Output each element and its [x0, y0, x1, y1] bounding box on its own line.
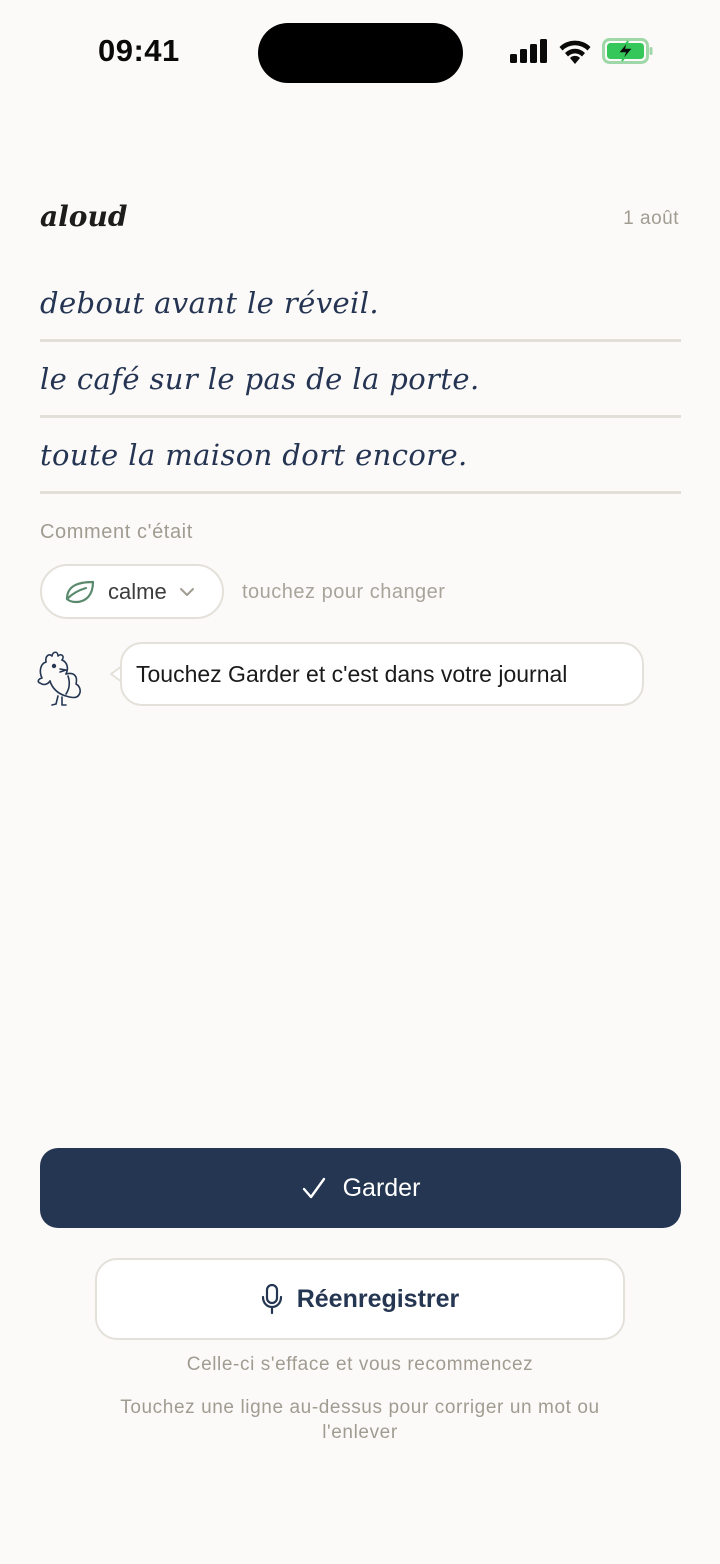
mood-hint: touchez pour changer	[242, 581, 446, 603]
microphone-icon	[261, 1283, 282, 1315]
transcript-line[interactable]: le café sur le pas de la porte.	[40, 342, 681, 418]
app-title: aloud	[40, 200, 128, 233]
status-icons	[510, 38, 654, 64]
transcript-line-text: toute la maison dort encore.	[40, 437, 468, 472]
leaf-icon	[65, 580, 95, 603]
status-time: 09:41	[98, 33, 180, 68]
wifi-icon	[559, 40, 591, 64]
mood-label: Comment c'était	[40, 521, 193, 543]
checkmark-icon	[302, 1177, 325, 1199]
dynamic-island	[258, 23, 463, 83]
mood-selector[interactable]: calme	[40, 564, 224, 619]
battery-charging-icon	[602, 38, 653, 64]
transcript-line-text: le café sur le pas de la porte.	[40, 361, 480, 396]
rerecord-button-label: Réenregistrer	[296, 1284, 460, 1313]
chevron-down-icon	[179, 587, 194, 596]
edit-hint: Touchez une ligne au-dessus pour corrige…	[120, 1397, 600, 1443]
keep-button[interactable]: Garder	[40, 1148, 681, 1228]
mood-value: calme	[108, 578, 167, 604]
assistant-message-text: Touchez Garder et c'est dans votre journ…	[136, 660, 568, 687]
cellular-signal-icon	[510, 39, 547, 63]
rerecord-hint: Celle-ci s'efface et vous recommencez	[186, 1354, 534, 1375]
entry-date: 1 août	[623, 208, 679, 229]
keep-button-label: Garder	[342, 1173, 421, 1202]
transcript-lines: debout avant le réveil. le café sur le p…	[40, 266, 681, 494]
transcript-line-text: debout avant le réveil.	[40, 285, 380, 320]
rerecord-button[interactable]: Réenregistrer	[95, 1258, 625, 1340]
transcript-line[interactable]: toute la maison dort encore.	[40, 418, 681, 494]
rooster-icon	[37, 651, 81, 706]
assistant-message: Touchez Garder et c'est dans votre journ…	[120, 642, 644, 706]
transcript-line[interactable]: debout avant le réveil.	[40, 266, 681, 342]
